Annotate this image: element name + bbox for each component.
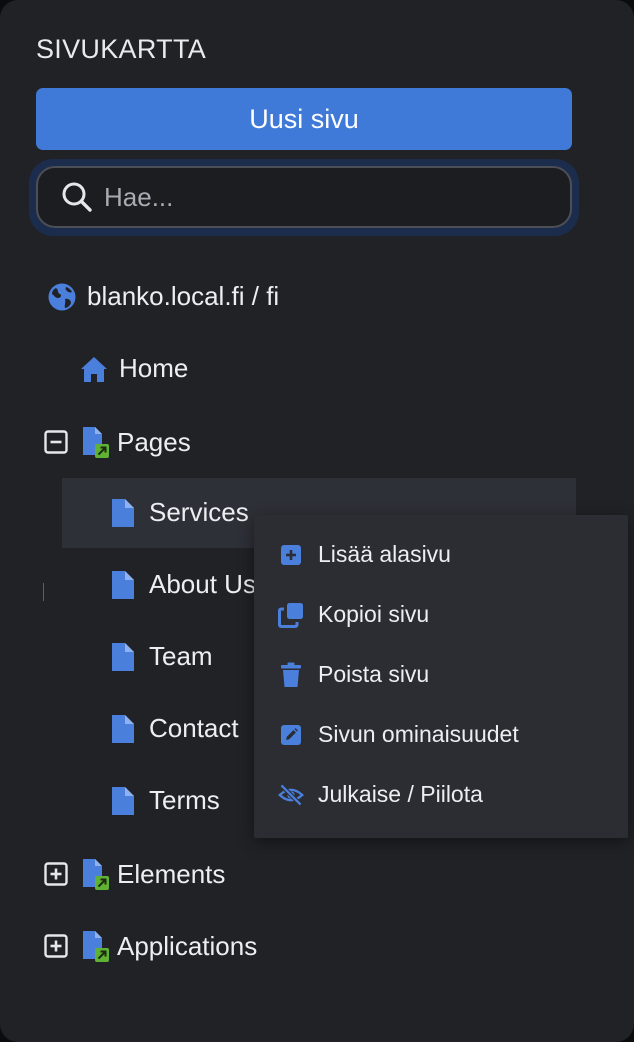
page-icon (111, 570, 135, 600)
panel-title: SIVUKARTTA (36, 34, 207, 64)
menu-item-label: Lisää alasivu (318, 541, 451, 567)
tree-item-label: Services (149, 497, 249, 527)
menu-item-label: Poista sivu (318, 661, 430, 687)
globe-icon (47, 282, 77, 312)
collapse-toggle-icon[interactable] (44, 430, 68, 454)
tree-item-label: Elements (117, 858, 226, 889)
tree-item-label: Team (149, 641, 213, 671)
copy-icon (278, 602, 304, 628)
tree-item-label: Terms (149, 785, 220, 815)
tree-item-home[interactable]: Home (79, 353, 188, 384)
edit-square-icon (278, 724, 304, 746)
menu-item-page-properties[interactable]: Sivun ominaisuudet (278, 721, 519, 748)
tree-item-services[interactable]: Services (111, 497, 249, 528)
menu-item-delete-page[interactable]: Poista sivu (278, 661, 429, 688)
search-icon (62, 182, 92, 212)
tree-item-terms[interactable]: Terms (111, 785, 220, 816)
linked-page-icon (81, 857, 111, 891)
tree-guide-line (43, 583, 44, 601)
tree-item-about-us[interactable]: About Us (111, 569, 256, 600)
expand-toggle-icon[interactable] (44, 862, 68, 886)
tree-site-root[interactable]: blanko.local.fi / fi (47, 281, 279, 312)
tree-item-pages[interactable]: Pages (44, 425, 191, 459)
search-field[interactable] (36, 166, 572, 228)
tree-site-label: blanko.local.fi / fi (87, 281, 280, 311)
expand-toggle-icon[interactable] (44, 934, 68, 958)
trash-icon (278, 662, 304, 688)
linked-page-icon (81, 929, 111, 963)
menu-item-label: Julkaise / Piilota (318, 781, 483, 807)
eye-slash-icon (278, 782, 304, 808)
search-input[interactable] (104, 181, 544, 213)
sitemap-panel: SIVUKARTTA Uusi sivu blanko.local.fi / f… (0, 0, 634, 1042)
tree-item-elements[interactable]: Elements (44, 857, 225, 891)
menu-item-label: Sivun ominaisuudet (318, 721, 519, 747)
linked-page-icon (81, 425, 111, 459)
context-menu: Lisää alasivu Kopioi sivu Poista sivu Si… (254, 515, 628, 838)
home-icon (79, 354, 109, 384)
tree-item-contact[interactable]: Contact (111, 713, 239, 744)
tree-item-label: Applications (117, 930, 258, 961)
tree-item-label: Home (119, 353, 189, 383)
new-page-button[interactable]: Uusi sivu (36, 88, 572, 150)
page-icon (111, 786, 135, 816)
page-icon (111, 714, 135, 744)
menu-item-copy-page[interactable]: Kopioi sivu (278, 601, 429, 628)
page-icon (111, 498, 135, 528)
menu-item-publish-hide[interactable]: Julkaise / Piilota (278, 781, 483, 808)
menu-item-add-subpage[interactable]: Lisää alasivu (278, 541, 451, 568)
page-icon (111, 642, 135, 672)
tree-item-applications[interactable]: Applications (44, 929, 257, 963)
tree-item-label: About Us (149, 569, 256, 599)
add-square-icon (278, 544, 304, 566)
tree-item-label: Contact (149, 713, 239, 743)
tree-item-label: Pages (117, 426, 191, 457)
menu-item-label: Kopioi sivu (318, 601, 430, 627)
tree-item-team[interactable]: Team (111, 641, 213, 672)
